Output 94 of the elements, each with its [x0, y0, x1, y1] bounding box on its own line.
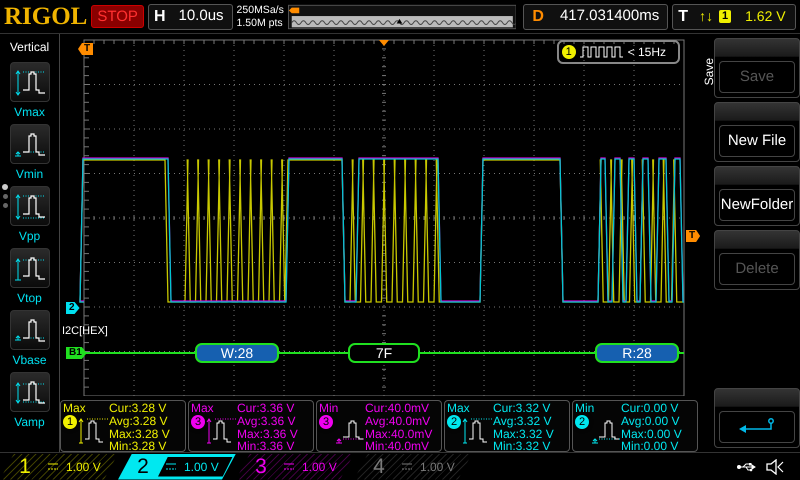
menu-button[interactable]: New File — [714, 102, 800, 162]
channel-badge: 1 — [63, 415, 77, 429]
measurement-reading: Avg:3.32 V — [493, 414, 552, 428]
trigger-label: T — [677, 6, 689, 26]
sidebar-title: Vertical — [10, 39, 50, 56]
measure-button[interactable] — [10, 62, 50, 102]
channel-badge: 2 — [575, 415, 589, 429]
measurement-reading: Max:3.32 V — [493, 428, 554, 440]
dc-coupling-icon — [166, 462, 176, 470]
menu-button[interactable]: NewFolder — [714, 166, 800, 226]
measure-label: Vpp — [18, 230, 40, 242]
measurement-panel[interactable]: Min 2 Cur:0.00 V Avg:0.00 V Max:0.00 V Min:0.00 V — [572, 400, 698, 452]
dc-coupling-icon — [284, 462, 294, 470]
measure-label: Vtop — [17, 292, 42, 304]
channel-tab[interactable]: 2 1.00 V — [118, 454, 236, 480]
delay-label: D — [531, 6, 545, 26]
channel-tab[interactable]: 1 1.00 V — [0, 454, 118, 480]
measurement-type: Min — [575, 402, 596, 415]
measure-button[interactable] — [10, 124, 50, 164]
channel-number: 3 — [254, 456, 268, 477]
trigger-source: 1 — [719, 10, 732, 23]
measurement-type: Min — [319, 402, 340, 415]
channel-number: 4 — [372, 456, 386, 477]
trigger-point-icon — [379, 40, 389, 46]
channel-scale: 1.00 V — [66, 458, 101, 476]
decode-packet: W:28 — [195, 343, 279, 363]
measurement-type: Max — [447, 402, 471, 415]
decode-packet: R:28 — [595, 343, 679, 363]
measurement-reading: Cur:0.00 V — [621, 402, 680, 415]
measure-button[interactable] — [10, 186, 50, 226]
menu-title: Save — [701, 58, 714, 86]
trigger-level-marker[interactable]: T — [686, 230, 700, 242]
channel-scale: 1.00 V — [420, 458, 455, 476]
measurement-reading: Min:3.32 V — [493, 440, 552, 454]
measurement-type: Max — [63, 402, 87, 415]
channel-badge: 3 — [191, 415, 205, 429]
measurement-reading: Cur:3.28 V — [109, 402, 168, 415]
brand-logo: RIGOL — [4, 4, 88, 29]
measurement-reading: Cur:3.32 V — [493, 402, 552, 415]
trigger-edge: ↑↓ — [699, 7, 713, 26]
channel-number: 2 — [136, 456, 150, 477]
memory-depth: 1.50M pts — [236, 16, 284, 29]
measure-button[interactable] — [10, 372, 50, 412]
usb-icon — [736, 462, 758, 472]
measurement-reading: Cur:40.0mV — [365, 402, 430, 415]
measurement-reading: Min:3.36 V — [237, 440, 296, 454]
dc-coupling-icon — [402, 462, 412, 470]
measurement-reading: Avg:0.00 V — [621, 414, 680, 428]
dc-coupling-icon — [48, 462, 58, 470]
bus-marker[interactable]: B1 — [66, 347, 87, 359]
channel-scale: 1.00 V — [184, 458, 219, 476]
sample-rate: 250MSa/s — [236, 4, 284, 16]
channel-badge: 1 — [562, 45, 576, 59]
back-button[interactable] — [714, 388, 800, 448]
measure-label: Vmin — [16, 168, 44, 180]
measurement-panel[interactable]: Max 3 Cur:3.36 V Avg:3.36 V Max:3.36 V Min:3.36 V — [188, 400, 314, 452]
trigger-level[interactable]: 1.62 V — [745, 6, 786, 27]
measure-label: Vamp — [14, 416, 45, 428]
bus-label: I2C[HEX] — [62, 324, 108, 339]
measurement-reading: Min:40.0mV — [365, 440, 430, 454]
measurement-reading: Min:3.28 V — [109, 440, 168, 454]
measurement-panel[interactable]: Min 3 Cur:40.0mV Avg:40.0mV Max:40.0mV Min:40.0mV — [316, 400, 442, 452]
measure-label: Vmax — [14, 106, 45, 118]
measurement-reading: Max:3.36 V — [237, 428, 298, 440]
channel-marker[interactable]: 2 — [66, 302, 80, 314]
measurement-reading: Min:0.00 V — [621, 440, 680, 454]
channel-badge: 3 — [319, 415, 333, 429]
delay-value[interactable]: 417.031400ms — [552, 5, 668, 28]
timebase-value[interactable]: 10.0us — [170, 5, 232, 28]
channel-tab[interactable]: 4 1.00 V — [354, 454, 472, 480]
measurement-panel[interactable]: Max 2 Cur:3.32 V Avg:3.32 V Max:3.32 V Min:3.32 V — [444, 400, 570, 452]
measurement-reading: Avg:3.36 V — [237, 414, 296, 428]
measure-label: Vbase — [12, 354, 47, 366]
measure-button[interactable] — [10, 310, 50, 350]
measurement-reading: Max:40.0mV — [365, 428, 432, 440]
channel-tab[interactable]: 3 1.00 V — [236, 454, 354, 480]
square-wave-icon — [580, 46, 624, 58]
return-arrow-icon — [737, 418, 777, 436]
measurement-reading: Avg:3.28 V — [109, 414, 168, 428]
channel-scale: 1.00 V — [302, 458, 337, 476]
speaker-icon[interactable] — [766, 458, 784, 474]
measurement-type: Max — [191, 402, 215, 415]
frequency-value: < 15Hz — [628, 44, 666, 61]
measurement-reading: Avg:40.0mV — [365, 414, 432, 428]
trigger-position-marker[interactable]: T — [78, 43, 94, 55]
decode-packet: 7F — [348, 343, 420, 363]
measurement-reading: Max:0.00 V — [621, 428, 682, 440]
channel-badge: 2 — [447, 415, 461, 429]
measurement-reading: Max:3.28 V — [109, 428, 170, 440]
channel-number: 1 — [18, 456, 32, 477]
measure-button[interactable] — [10, 248, 50, 288]
measurement-reading: Cur:3.36 V — [237, 402, 296, 415]
timebase-label: H — [152, 6, 166, 26]
measurement-panel[interactable]: Max 1 Cur:3.28 V Avg:3.28 V Max:3.28 V Min:3.28 V — [60, 400, 186, 452]
